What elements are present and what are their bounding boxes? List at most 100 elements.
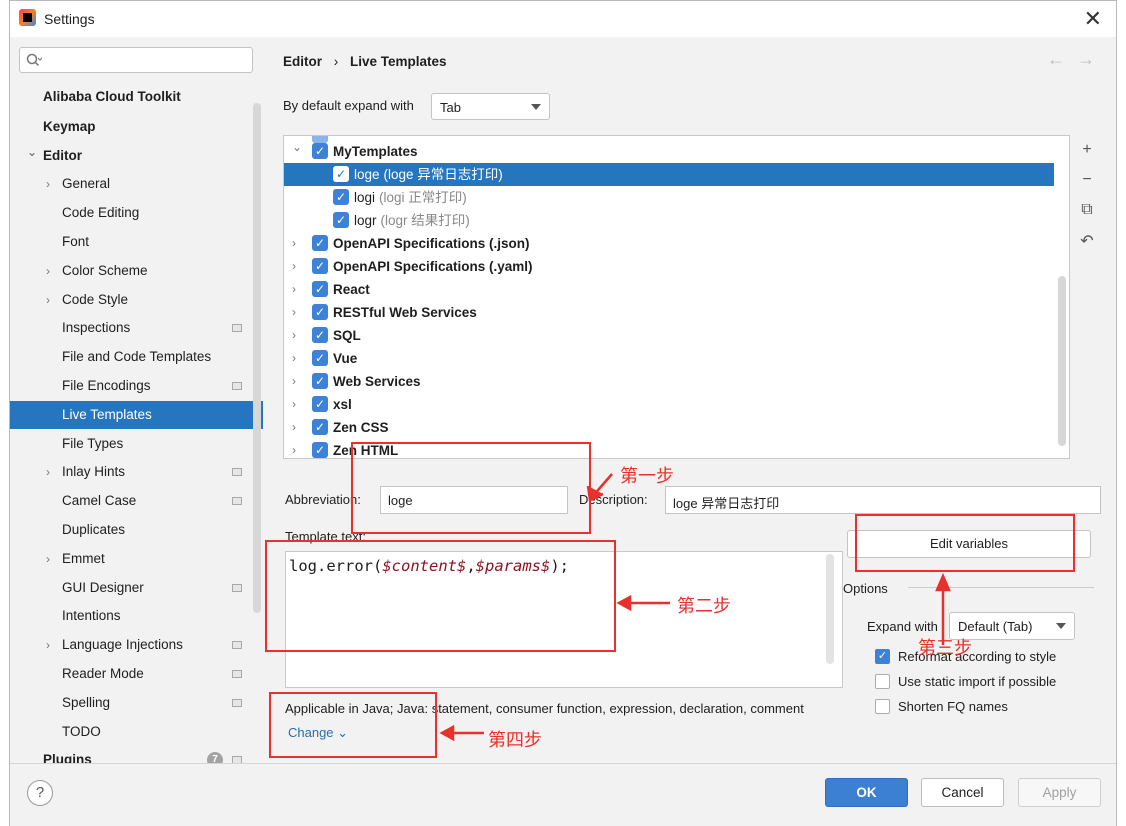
- chevron-right-icon[interactable]: ›: [292, 324, 296, 347]
- checkbox-checked-icon[interactable]: ✓: [312, 327, 328, 343]
- checkbox-checked-icon[interactable]: ✓: [312, 143, 328, 159]
- checkbox-checked-icon[interactable]: ✓: [312, 235, 328, 251]
- sidebar-item-code-editing[interactable]: Code Editing: [10, 199, 263, 227]
- chevron-right-icon[interactable]: ›: [292, 439, 296, 458]
- template-label: logr (logr 结果打印): [354, 209, 470, 232]
- breadcrumb-separator: ›: [333, 54, 339, 69]
- breadcrumb-editor[interactable]: Editor: [283, 54, 322, 69]
- chevron-right-icon[interactable]: ›: [292, 416, 296, 439]
- chevron-right-icon[interactable]: ›: [292, 347, 296, 370]
- template-label: loge (loge 异常日志打印): [354, 163, 503, 186]
- chevron-right-icon[interactable]: ›: [292, 255, 296, 278]
- cancel-button[interactable]: Cancel: [921, 778, 1004, 807]
- template-item-logr[interactable]: ✓ logr (logr 结果打印): [284, 209, 1054, 232]
- template-group-restful-web-services[interactable]: › ✓ RESTful Web Services: [284, 301, 1054, 324]
- annotation-box-step2: [265, 540, 616, 652]
- template-group-zen-css[interactable]: › ✓ Zen CSS: [284, 416, 1054, 439]
- template-group-openapi-specifications-yaml[interactable]: › ✓ OpenAPI Specifications (.yaml): [284, 255, 1054, 278]
- template-group-web-services[interactable]: › ✓ Web Services: [284, 370, 1054, 393]
- chevron-down-icon[interactable]: ⌄: [27, 138, 37, 166]
- settings-dialog: Settings ✕ Alibaba Cloud Toolkit Keymap ⌄ E…: [9, 0, 1117, 826]
- add-icon[interactable]: +: [1073, 141, 1101, 165]
- chevron-down-icon[interactable]: ⌄: [292, 136, 302, 159]
- checkbox-checked-icon[interactable]: ✓: [312, 350, 328, 366]
- template-group-vue[interactable]: › ✓ Vue: [284, 347, 1054, 370]
- sidebar-item-file-types[interactable]: File Types: [10, 430, 263, 458]
- chevron-right-icon[interactable]: ›: [46, 545, 50, 573]
- chevron-right-icon[interactable]: ›: [46, 170, 50, 198]
- sidebar-item-font[interactable]: Font: [10, 228, 263, 256]
- chevron-right-icon[interactable]: ›: [46, 458, 50, 486]
- chevron-right-icon[interactable]: ›: [292, 393, 296, 416]
- checkbox-checked-icon[interactable]: ✓: [312, 258, 328, 274]
- sidebar-item-color-scheme[interactable]: › Color Scheme: [10, 257, 263, 285]
- template-item-loge[interactable]: ✓ loge (loge 异常日志打印): [284, 163, 1054, 186]
- sidebar-item-intentions[interactable]: Intentions: [10, 602, 263, 630]
- sidebar-item-general[interactable]: › General: [10, 170, 263, 198]
- checkbox-checked-icon[interactable]: ✓: [333, 166, 349, 182]
- copy-icon[interactable]: ⧉: [1073, 201, 1101, 225]
- intellij-app-icon: [19, 9, 36, 26]
- ok-button[interactable]: OK: [825, 778, 908, 807]
- sidebar-item-file-encodings[interactable]: File Encodings: [10, 372, 263, 400]
- sidebar-item-todo[interactable]: TODO: [10, 718, 263, 746]
- sidebar-scrollbar[interactable]: [253, 103, 261, 613]
- checkbox-checked-icon[interactable]: ✓: [312, 396, 328, 412]
- sidebar-item-reader-mode[interactable]: Reader Mode: [10, 660, 263, 688]
- back-arrow-icon[interactable]: ←: [1047, 49, 1065, 70]
- forward-arrow-icon[interactable]: →: [1077, 49, 1095, 70]
- chevron-right-icon[interactable]: ›: [46, 286, 50, 314]
- checkbox-checked-icon[interactable]: ✓: [312, 281, 328, 297]
- template-label: OpenAPI Specifications (.json): [333, 232, 530, 255]
- sidebar-item-editor[interactable]: ⌄ Editor: [10, 142, 263, 170]
- sidebar-item-file-and-code-templates[interactable]: File and Code Templates: [10, 343, 263, 371]
- sidebar-item-language-injections[interactable]: › Language Injections: [10, 631, 263, 659]
- sidebar-item-label: General: [62, 176, 111, 192]
- sidebar-item-inlay-hints[interactable]: › Inlay Hints: [10, 458, 263, 486]
- checkbox-checked-icon[interactable]: ✓: [312, 442, 328, 458]
- template-list-scrollbar[interactable]: [1058, 276, 1066, 446]
- checkbox-checked-icon[interactable]: ✓: [312, 304, 328, 320]
- editor-scrollbar[interactable]: [826, 554, 834, 664]
- checkbox-checked-icon[interactable]: ✓: [333, 189, 349, 205]
- template-group-sql[interactable]: › ✓ SQL: [284, 324, 1054, 347]
- sidebar-item-duplicates[interactable]: Duplicates: [10, 516, 263, 544]
- chevron-right-icon[interactable]: ›: [292, 370, 296, 393]
- restore-icon[interactable]: ↶: [1073, 231, 1101, 255]
- chevron-right-icon[interactable]: ›: [292, 301, 296, 324]
- template-group-xsl[interactable]: › ✓ xsl: [284, 393, 1054, 416]
- chevron-right-icon[interactable]: ›: [46, 257, 50, 285]
- project-scope-icon: [232, 324, 242, 333]
- description-input[interactable]: loge 异常日志打印: [665, 486, 1101, 514]
- sidebar-item-label: Intentions: [62, 608, 121, 624]
- default-expand-select[interactable]: Tab: [431, 93, 550, 120]
- sidebar-item-code-style[interactable]: › Code Style: [10, 286, 263, 314]
- sidebar-item-live-templates[interactable]: Live Templates: [10, 400, 263, 429]
- chevron-right-icon[interactable]: ›: [46, 631, 50, 659]
- settings-search-input[interactable]: [19, 47, 253, 73]
- chevron-right-icon[interactable]: ›: [292, 278, 296, 301]
- shorten-fq-label: Shorten FQ names: [898, 699, 1008, 714]
- sidebar-item-spelling[interactable]: Spelling: [10, 689, 263, 717]
- sidebar-item-alibaba-cloud-toolkit[interactable]: Alibaba Cloud Toolkit: [10, 83, 263, 111]
- sidebar-item-emmet[interactable]: › Emmet: [10, 545, 263, 573]
- sidebar-item-gui-designer[interactable]: GUI Designer: [10, 574, 263, 602]
- template-group-openapi-specifications-json[interactable]: › ✓ OpenAPI Specifications (.json): [284, 232, 1054, 255]
- help-button[interactable]: ?: [27, 780, 53, 806]
- apply-button[interactable]: Apply: [1018, 778, 1101, 807]
- checkbox-checked-icon[interactable]: ✓: [312, 419, 328, 435]
- template-group-mytemplates[interactable]: ⌄ ✓ MyTemplates: [284, 140, 1054, 163]
- sidebar-item-inspections[interactable]: Inspections: [10, 314, 263, 342]
- remove-icon[interactable]: −: [1073, 171, 1101, 195]
- checkbox-checked-icon[interactable]: ✓: [333, 212, 349, 228]
- close-icon[interactable]: ✕: [1084, 6, 1102, 32]
- sidebar-item-label: Spelling: [62, 694, 111, 710]
- checkbox-checked-icon[interactable]: ✓: [312, 373, 328, 389]
- sidebar-item-camel-case[interactable]: Camel Case: [10, 487, 263, 515]
- project-scope-icon: [232, 670, 242, 678]
- sidebar-item-label: Alibaba Cloud Toolkit: [43, 89, 181, 104]
- chevron-right-icon[interactable]: ›: [292, 232, 296, 255]
- sidebar-item-keymap[interactable]: Keymap: [10, 113, 263, 141]
- template-group-react[interactable]: › ✓ React: [284, 278, 1054, 301]
- template-item-logi[interactable]: ✓ logi (logi 正常打印): [284, 186, 1054, 209]
